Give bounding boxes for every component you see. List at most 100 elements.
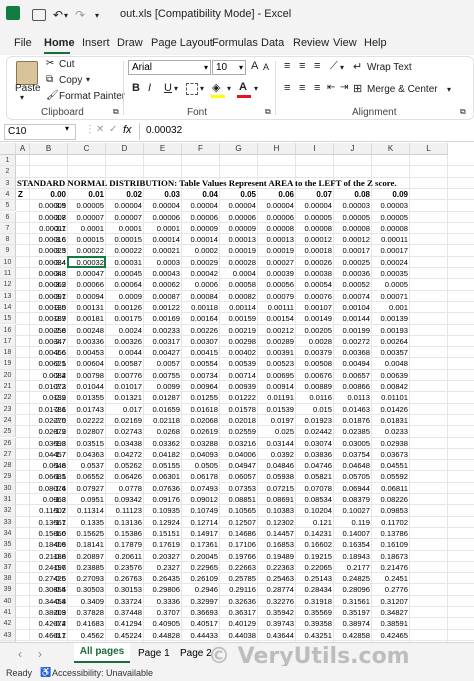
probability-cell[interactable]: 0.00045 [106, 268, 142, 279]
probability-cell[interactable]: 0.09853 [372, 505, 408, 516]
probability-cell[interactable]: 0.0113 [334, 392, 370, 403]
probability-cell[interactable]: 0.00004 [182, 200, 218, 211]
probability-cell[interactable]: 0.00122 [144, 302, 180, 313]
decrease-indent-icon[interactable]: ⇤ [327, 82, 335, 93]
probability-cell[interactable]: 0.00031 [106, 257, 142, 268]
probability-cell[interactable]: 0.02068 [182, 415, 218, 426]
probability-cell[interactable]: 0.08226 [372, 494, 408, 505]
probability-cell[interactable]: 0.10565 [220, 505, 256, 516]
row-header[interactable]: 1 [0, 155, 16, 167]
probability-cell[interactable]: 0.10204 [296, 505, 332, 516]
undo-icon[interactable]: ↶ [53, 8, 63, 22]
row-header[interactable]: 10 [0, 256, 16, 268]
probability-cell[interactable]: 0.01287 [144, 392, 180, 403]
probability-cell[interactable]: 0.08379 [334, 494, 370, 505]
row-header[interactable]: 42 [0, 618, 16, 630]
probability-cell[interactable]: 0.00008 [296, 223, 332, 234]
probability-cell[interactable]: 0.23576 [106, 562, 142, 573]
probability-cell[interactable]: 0.00798 [68, 370, 104, 381]
probability-cell[interactable]: 0.00035 [372, 268, 408, 279]
probability-cell[interactable]: 0.40905 [144, 618, 180, 629]
probability-cell[interactable]: 0.28774 [258, 584, 294, 595]
probability-cell[interactable]: 0.19766 [220, 551, 256, 562]
probability-cell[interactable]: 0.0044 [106, 347, 142, 358]
probability-cell[interactable]: 0.22065 [296, 562, 332, 573]
probability-cell[interactable]: 0.04846 [258, 460, 294, 471]
probability-cell[interactable]: 0.0048 [372, 358, 408, 369]
probability-cell[interactable]: 0.28096 [334, 584, 370, 595]
probability-cell[interactable]: 0.02222 [68, 415, 104, 426]
probability-cell[interactable]: 0.015 [296, 404, 332, 415]
probability-cell[interactable]: 0.00889 [296, 381, 332, 392]
probability-cell[interactable]: 0.04648 [334, 460, 370, 471]
probability-cell[interactable]: 0.28434 [296, 584, 332, 595]
probability-cell[interactable]: 0.00005 [68, 200, 104, 211]
probability-cell[interactable]: 0.44038 [220, 630, 256, 641]
probability-cell[interactable]: 0.00006 [144, 212, 180, 223]
sheet-tab-page-2[interactable]: Page 2 [180, 648, 212, 659]
probability-cell[interactable]: 0.00021 [144, 245, 180, 256]
scroll-left-icon[interactable]: ‹ [18, 647, 22, 661]
column-label[interactable]: 0.06 [258, 189, 294, 200]
column-header-e[interactable]: E [144, 143, 182, 155]
probability-cell[interactable]: 0.03144 [258, 438, 294, 449]
probability-cell[interactable]: 0.01539 [258, 404, 294, 415]
row-header[interactable]: 15 [0, 313, 16, 325]
italic-button[interactable]: I [148, 82, 151, 94]
font-launcher-icon[interactable]: ⧉ [265, 107, 271, 117]
probability-cell[interactable]: 0.44828 [144, 630, 180, 641]
probability-cell[interactable]: 0.00003 [372, 200, 408, 211]
probability-cell[interactable]: 0.00657 [334, 370, 370, 381]
alignment-launcher-icon[interactable]: ⧉ [460, 107, 466, 117]
probability-cell[interactable]: 0.01659 [144, 404, 180, 415]
probability-cell[interactable]: 0.00076 [296, 291, 332, 302]
probability-cell[interactable]: 0.14007 [334, 528, 370, 539]
probability-cell[interactable]: 0.00604 [68, 358, 104, 369]
probability-cell[interactable]: 0.00004 [296, 200, 332, 211]
align-top-icon[interactable]: ≡ [284, 60, 290, 72]
probability-cell[interactable]: 0.20045 [182, 551, 218, 562]
column-header-g[interactable]: G [220, 143, 258, 155]
probability-cell[interactable]: 0.09012 [182, 494, 218, 505]
column-label[interactable]: 0.05 [220, 189, 256, 200]
probability-cell[interactable]: 0.0392 [258, 449, 294, 460]
probability-cell[interactable]: 0.1335 [68, 517, 104, 528]
probability-cell[interactable]: 0.07493 [182, 483, 218, 494]
probability-cell[interactable]: 0.02275 [30, 415, 66, 426]
probability-cell[interactable]: 0.00226 [182, 325, 218, 336]
copy-button[interactable]: Copy [59, 75, 82, 86]
column-label[interactable]: 0.08 [334, 189, 370, 200]
probability-cell[interactable]: 0.22965 [182, 562, 218, 573]
probability-cell[interactable]: 0.00964 [182, 381, 218, 392]
probability-cell[interactable]: 0.38591 [372, 618, 408, 629]
probability-cell[interactable]: 0.00058 [220, 279, 256, 290]
probability-cell[interactable]: 0.00005 [334, 212, 370, 223]
font-color-icon[interactable]: A [239, 81, 247, 93]
probability-cell[interactable]: 0.00006 [182, 212, 218, 223]
probability-cell[interactable]: 0.00939 [220, 381, 256, 392]
probability-cell[interactable]: 0.32636 [220, 596, 256, 607]
tab-view[interactable]: View [333, 37, 357, 49]
probability-cell[interactable]: 0.07353 [220, 483, 256, 494]
probability-cell[interactable]: 0.00018 [296, 245, 332, 256]
probability-cell[interactable]: 0.00755 [144, 370, 180, 381]
row-header[interactable]: 5 [0, 200, 16, 212]
probability-cell[interactable]: 0.17879 [106, 539, 142, 550]
scroll-right-icon[interactable]: › [38, 647, 42, 661]
row-header[interactable]: 23 [0, 403, 16, 415]
probability-cell[interactable]: 0.0537 [68, 460, 104, 471]
paste-button[interactable]: Paste [15, 83, 41, 94]
probability-cell[interactable]: 0.35197 [334, 607, 370, 618]
probability-cell[interactable]: 0.00022 [68, 245, 104, 256]
probability-cell[interactable]: 0.00027 [258, 257, 294, 268]
probability-cell[interactable]: 0.01876 [334, 415, 370, 426]
bold-button[interactable]: B [132, 82, 140, 94]
probability-cell[interactable]: 0.00005 [296, 212, 332, 223]
probability-cell[interactable]: 0.00048 [30, 268, 66, 279]
probability-cell[interactable]: 0.16853 [258, 539, 294, 550]
borders-dropdown-icon[interactable]: ▾ [200, 84, 204, 93]
row-header[interactable]: 31 [0, 494, 16, 506]
probability-cell[interactable]: 0.44433 [182, 630, 218, 641]
probability-cell[interactable]: 0.08691 [258, 494, 294, 505]
row-header[interactable]: 40 [0, 595, 16, 607]
